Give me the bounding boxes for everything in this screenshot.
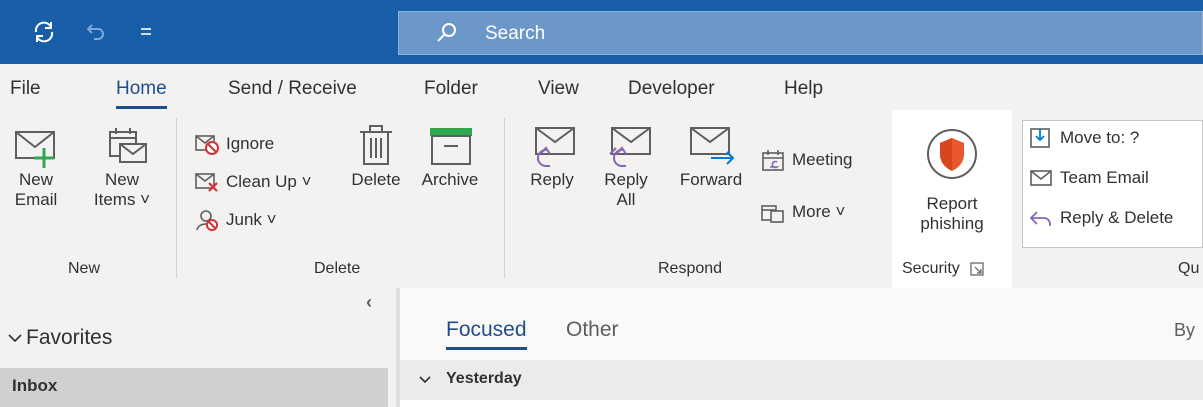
clean-up-button[interactable]: Clean Up ˅ bbox=[194, 170, 312, 194]
message-group-header[interactable]: Yesterday bbox=[400, 360, 1203, 400]
new-email-button[interactable]: New Email bbox=[0, 110, 72, 210]
more-respond-button[interactable]: More ˅ bbox=[760, 200, 845, 224]
sync-icon[interactable] bbox=[26, 14, 62, 50]
team-email-icon bbox=[1030, 170, 1052, 186]
new-items-button[interactable]: New Items ˅ bbox=[86, 110, 158, 210]
tab-focused[interactable]: Focused bbox=[446, 318, 527, 350]
search-placeholder: Search bbox=[485, 23, 546, 44]
quick-access-toolbar bbox=[0, 0, 400, 64]
archive-button[interactable]: Archive bbox=[414, 110, 486, 190]
forward-button[interactable]: Forward bbox=[670, 110, 752, 190]
reply-all-button[interactable]: Reply All bbox=[590, 110, 662, 210]
ignore-icon bbox=[195, 135, 219, 155]
tab-file[interactable]: File bbox=[10, 78, 41, 100]
move-to-button[interactable]: Move to: ? bbox=[1028, 126, 1139, 150]
new-email-icon bbox=[15, 131, 55, 168]
group-separator bbox=[504, 118, 505, 278]
archive-icon bbox=[430, 128, 472, 165]
meeting-icon bbox=[762, 150, 784, 171]
chevron-down-icon bbox=[8, 334, 22, 343]
reply-icon bbox=[535, 127, 575, 167]
meeting-button[interactable]: Meeting bbox=[760, 148, 852, 172]
sort-by-button[interactable]: By bbox=[1174, 320, 1195, 341]
search-box[interactable]: Search bbox=[398, 11, 1203, 55]
ribbon-tabs: File Home Send / Receive Folder View Dev… bbox=[0, 64, 1203, 110]
dialog-launcher-icon[interactable] bbox=[970, 262, 984, 276]
tab-other[interactable]: Other bbox=[566, 318, 619, 342]
forward-icon bbox=[690, 127, 735, 165]
collapse-pane-icon[interactable]: ‹ bbox=[366, 292, 372, 313]
folder-item-inbox[interactable]: Inbox bbox=[0, 368, 388, 407]
tab-help[interactable]: Help bbox=[784, 78, 823, 100]
delete-button[interactable]: Delete bbox=[340, 110, 412, 190]
favorites-header[interactable]: Favorites bbox=[8, 326, 112, 350]
junk-icon bbox=[196, 210, 218, 231]
undo-icon[interactable] bbox=[78, 14, 114, 50]
title-bar: Search bbox=[0, 0, 1203, 64]
active-pivot-indicator bbox=[446, 347, 527, 350]
active-tab-indicator bbox=[116, 106, 167, 109]
message-list: Focused Other By Yesterday bbox=[400, 288, 1203, 407]
group-separator bbox=[176, 118, 177, 278]
more-respond-icon bbox=[761, 205, 784, 223]
report-phishing-button[interactable]: Report phishing bbox=[902, 126, 1002, 234]
folder-pane: ‹ Favorites Inbox bbox=[0, 288, 396, 407]
tab-home[interactable]: Home bbox=[116, 78, 167, 109]
group-label-respond: Respond bbox=[658, 260, 723, 277]
message-list-header: Focused Other By bbox=[400, 288, 1203, 360]
reply-delete-icon bbox=[1029, 211, 1051, 226]
reply-delete-button[interactable]: Reply & Delete bbox=[1028, 206, 1173, 230]
delete-icon bbox=[360, 125, 392, 165]
reply-all-icon bbox=[609, 127, 651, 167]
search-icon bbox=[437, 23, 456, 42]
group-label-new: New bbox=[68, 260, 101, 277]
customize-qat-icon[interactable] bbox=[128, 14, 164, 50]
move-to-icon bbox=[1030, 128, 1050, 148]
tab-send-receive[interactable]: Send / Receive bbox=[228, 78, 357, 100]
new-items-icon bbox=[109, 128, 147, 163]
tab-view[interactable]: View bbox=[538, 78, 579, 100]
reply-button[interactable]: Reply bbox=[516, 110, 588, 190]
ignore-button[interactable]: Ignore bbox=[194, 132, 274, 156]
security-group: Report phishing Security bbox=[892, 110, 1012, 296]
shield-icon bbox=[927, 129, 977, 179]
group-label-security: Security bbox=[902, 260, 960, 277]
main-area: ‹ Favorites Inbox Focused Other By Yeste… bbox=[0, 288, 1203, 407]
tab-folder[interactable]: Folder bbox=[424, 78, 478, 100]
clean-up-icon bbox=[195, 173, 218, 192]
chevron-down-icon bbox=[419, 376, 431, 384]
junk-button[interactable]: Junk ˅ bbox=[194, 208, 277, 232]
group-label-delete: Delete bbox=[314, 260, 361, 277]
tab-developer[interactable]: Developer bbox=[628, 78, 715, 100]
ribbon: New Email New Items ˅ New Ignore Clean U… bbox=[0, 110, 1203, 288]
security-group-footer: Security bbox=[902, 260, 984, 278]
team-email-button[interactable]: Team Email bbox=[1028, 166, 1149, 190]
